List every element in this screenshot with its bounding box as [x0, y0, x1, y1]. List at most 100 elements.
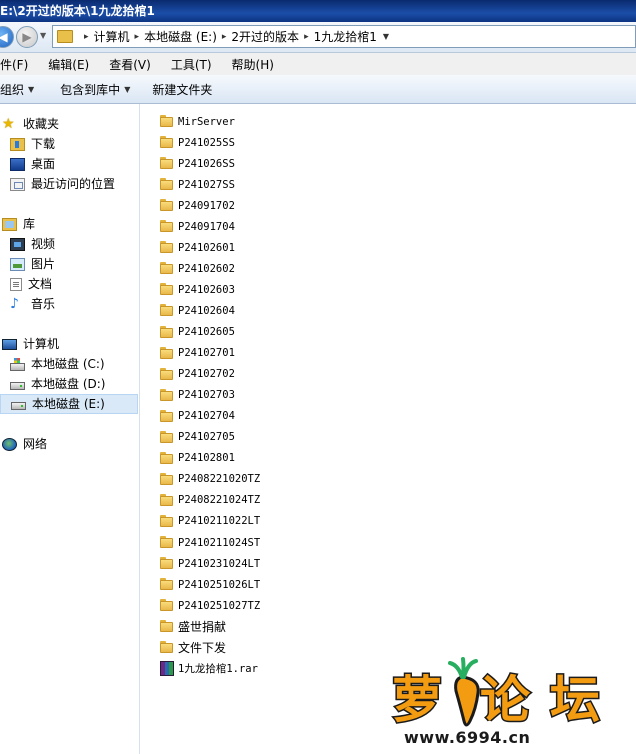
menu-file[interactable]: 件(F)	[0, 56, 28, 73]
recent-places-icon	[10, 177, 25, 191]
file-item[interactable]: 1九龙拾棺1.rar	[160, 658, 258, 679]
folder-icon	[160, 199, 174, 212]
svg-text:论: 论	[480, 671, 531, 729]
nav-item-desktop[interactable]: 桌面	[10, 154, 55, 174]
file-name: P241026SS	[178, 157, 235, 170]
folder-icon	[160, 241, 174, 254]
folder-item[interactable]: P2410251027TZ	[160, 595, 260, 616]
folder-item[interactable]: P2408221024TZ	[160, 490, 260, 511]
nav-item-label: 音乐	[31, 297, 56, 311]
folder-item[interactable]: P2410211022LT	[160, 511, 260, 532]
file-name: P24102705	[178, 431, 235, 444]
file-name: P2410211022LT	[178, 515, 261, 528]
folder-item[interactable]: P2410251026LT	[160, 574, 260, 595]
menu-edit[interactable]: 编辑(E)	[48, 56, 89, 73]
folder-item[interactable]: P24091704	[160, 216, 235, 237]
address-bar[interactable]: ▸ 计算机 ▸ 本地磁盘 (E:) ▸ 2开过的版本 ▸ 1九龙拾棺1 ▼	[52, 25, 636, 48]
folder-icon	[160, 514, 174, 528]
nav-item-music[interactable]: ♪ 音乐	[10, 294, 55, 314]
file-name: P24091704	[178, 220, 235, 233]
folder-icon	[160, 451, 174, 465]
breadcrumb-current-folder[interactable]: 1九龙拾棺1	[314, 28, 377, 45]
file-name: 文件下发	[178, 641, 227, 656]
include-in-library-button[interactable]: 包含到库中 ▼	[60, 81, 130, 98]
file-name: P24102605	[178, 326, 235, 338]
file-name: P24102701	[178, 347, 235, 360]
folder-item[interactable]: MirServer	[160, 111, 235, 132]
folder-item[interactable]: P2410211024ST	[160, 532, 260, 553]
nav-item-documents[interactable]: 文档	[10, 274, 52, 294]
folder-item[interactable]: P24102601	[160, 237, 235, 258]
folder-item[interactable]: P24102604	[160, 300, 235, 321]
menu-help[interactable]: 帮助(H)	[232, 56, 274, 73]
folder-icon	[160, 578, 174, 591]
hard-drive-icon	[11, 401, 26, 410]
breadcrumb-versions[interactable]: 2开过的版本	[231, 28, 299, 45]
file-name: P241027SS	[178, 178, 235, 191]
pictures-library-icon	[10, 257, 25, 271]
recent-pages-dropdown-icon[interactable]: ▼	[40, 31, 46, 40]
folder-item[interactable]: P241025SS	[160, 132, 235, 153]
command-bar: 组织 ▼ 包含到库中 ▼ 新建文件夹	[0, 75, 636, 104]
folder-item[interactable]: P2410231024LT	[160, 553, 260, 574]
folder-icon	[160, 536, 174, 549]
file-name: P24102702	[178, 368, 235, 381]
folder-item[interactable]: 文件下发	[160, 637, 226, 658]
file-name: P2410251027TZ	[178, 599, 261, 612]
nav-item-label: 本地磁盘 (E:)	[32, 397, 105, 411]
nav-computer[interactable]: 计算机	[2, 334, 59, 354]
back-button[interactable]: ◀	[0, 26, 14, 48]
chevron-right-icon[interactable]: ▸	[135, 32, 140, 42]
chevron-right-icon[interactable]: ▸	[222, 32, 227, 42]
nav-favorites[interactable]: ★ 收藏夹	[2, 114, 59, 134]
nav-libraries[interactable]: 库	[2, 214, 35, 234]
folder-item[interactable]: P2408221020TZ	[160, 469, 260, 490]
folder-item[interactable]: P24102702	[160, 364, 235, 385]
folder-item[interactable]: P24102701	[160, 343, 235, 364]
folder-item[interactable]: P24102605	[160, 322, 235, 343]
folder-item[interactable]: P241026SS	[160, 153, 235, 174]
folder-item[interactable]: 盛世捐献	[160, 616, 226, 637]
folder-item[interactable]: P241027SS	[160, 174, 235, 195]
organize-button[interactable]: 组织 ▼	[0, 81, 34, 98]
nav-item-drive-d[interactable]: 本地磁盘 (D:)	[10, 374, 105, 394]
nav-item-recent-places[interactable]: 最近访问的位置	[10, 174, 115, 194]
nav-libraries-label: 库	[23, 217, 36, 231]
folder-icon	[160, 304, 174, 317]
folder-icon	[160, 493, 174, 507]
file-name: P2410251026LT	[178, 578, 261, 591]
chevron-right-icon[interactable]: ▸	[304, 32, 309, 42]
new-folder-button[interactable]: 新建文件夹	[152, 81, 212, 98]
file-name: P24102801	[178, 452, 235, 465]
nav-item-pictures[interactable]: 图片	[10, 254, 55, 274]
folder-item[interactable]: P24102703	[160, 385, 235, 406]
menu-view[interactable]: 查看(V)	[109, 56, 151, 73]
folder-item[interactable]: P24102704	[160, 406, 235, 427]
forward-button[interactable]: ▶	[16, 26, 38, 48]
breadcrumb-drive-e[interactable]: 本地磁盘 (E:)	[144, 28, 217, 45]
folder-icon	[160, 157, 174, 170]
chevron-down-icon[interactable]: ▼	[383, 32, 389, 41]
breadcrumb-computer[interactable]: 计算机	[94, 28, 130, 45]
nav-item-label: 文档	[28, 277, 53, 291]
folder-item[interactable]: P24102705	[160, 427, 235, 448]
menu-tools[interactable]: 工具(T)	[171, 56, 212, 73]
folder-item[interactable]: P24102602	[160, 258, 235, 279]
folder-icon	[160, 472, 174, 486]
folder-item[interactable]: P24102603	[160, 279, 235, 300]
nav-item-drive-c[interactable]: 本地磁盘 (C:)	[10, 354, 105, 374]
folder-icon	[160, 178, 174, 191]
nav-item-label: 桌面	[31, 157, 56, 171]
folder-icon	[160, 641, 174, 654]
folder-item[interactable]: P24102801	[160, 448, 235, 469]
file-name: MirServer	[178, 115, 235, 128]
file-name: P241025SS	[178, 136, 235, 149]
nav-item-downloads[interactable]: 下载	[10, 134, 55, 154]
nav-item-videos[interactable]: 视频	[10, 234, 55, 254]
chevron-right-icon[interactable]: ▸	[84, 32, 89, 42]
folder-item[interactable]: P24091702	[160, 195, 235, 216]
nav-item-drive-e[interactable]: 本地磁盘 (E:)	[0, 394, 138, 414]
file-name: P24102703	[178, 389, 235, 402]
nav-network[interactable]: 网络	[2, 434, 47, 454]
system-drive-icon	[10, 357, 25, 371]
